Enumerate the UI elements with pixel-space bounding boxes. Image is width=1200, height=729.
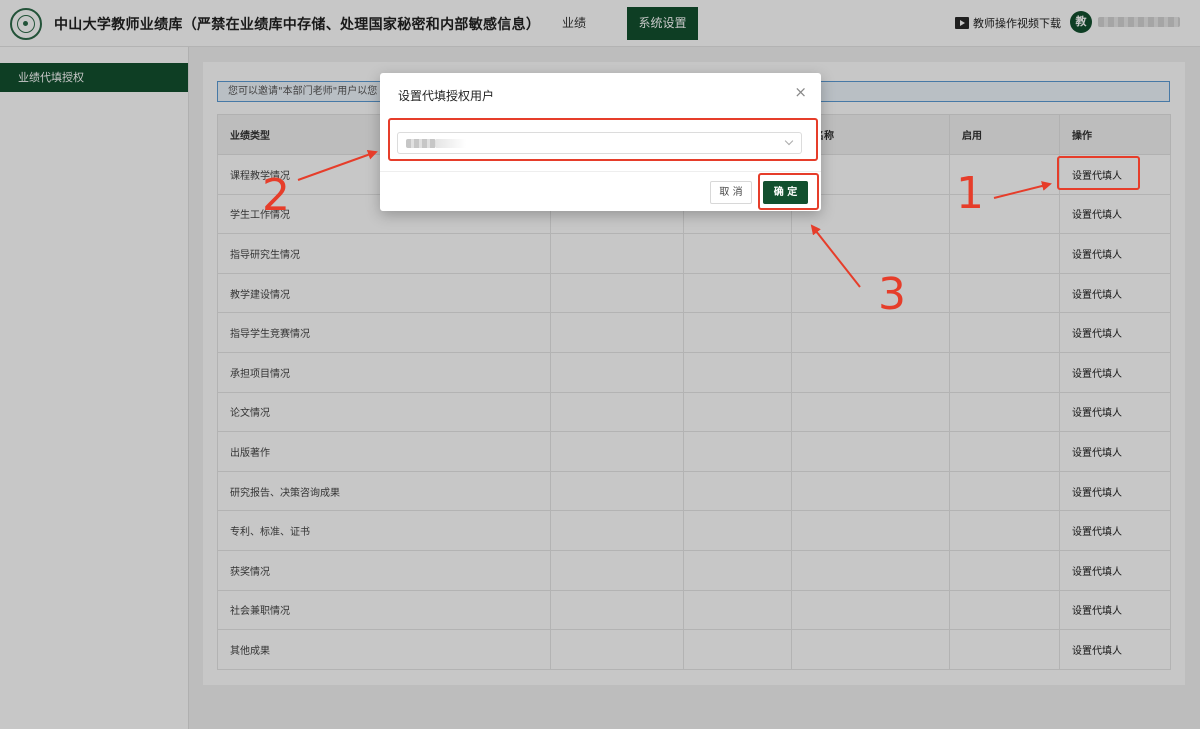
close-icon[interactable]: × [794, 85, 807, 100]
annotation-box-user-select [388, 118, 818, 161]
dialog-divider [380, 171, 821, 172]
cancel-button[interactable]: 取 消 [710, 181, 752, 204]
step-number-1: 1 [956, 168, 984, 219]
step-number-2: 2 [262, 170, 290, 221]
dialog-title: 设置代填授权用户 [398, 89, 495, 103]
annotation-box-set-proxy [1057, 156, 1140, 190]
step-number-3: 3 [878, 269, 906, 320]
annotation-box-confirm [758, 173, 819, 210]
